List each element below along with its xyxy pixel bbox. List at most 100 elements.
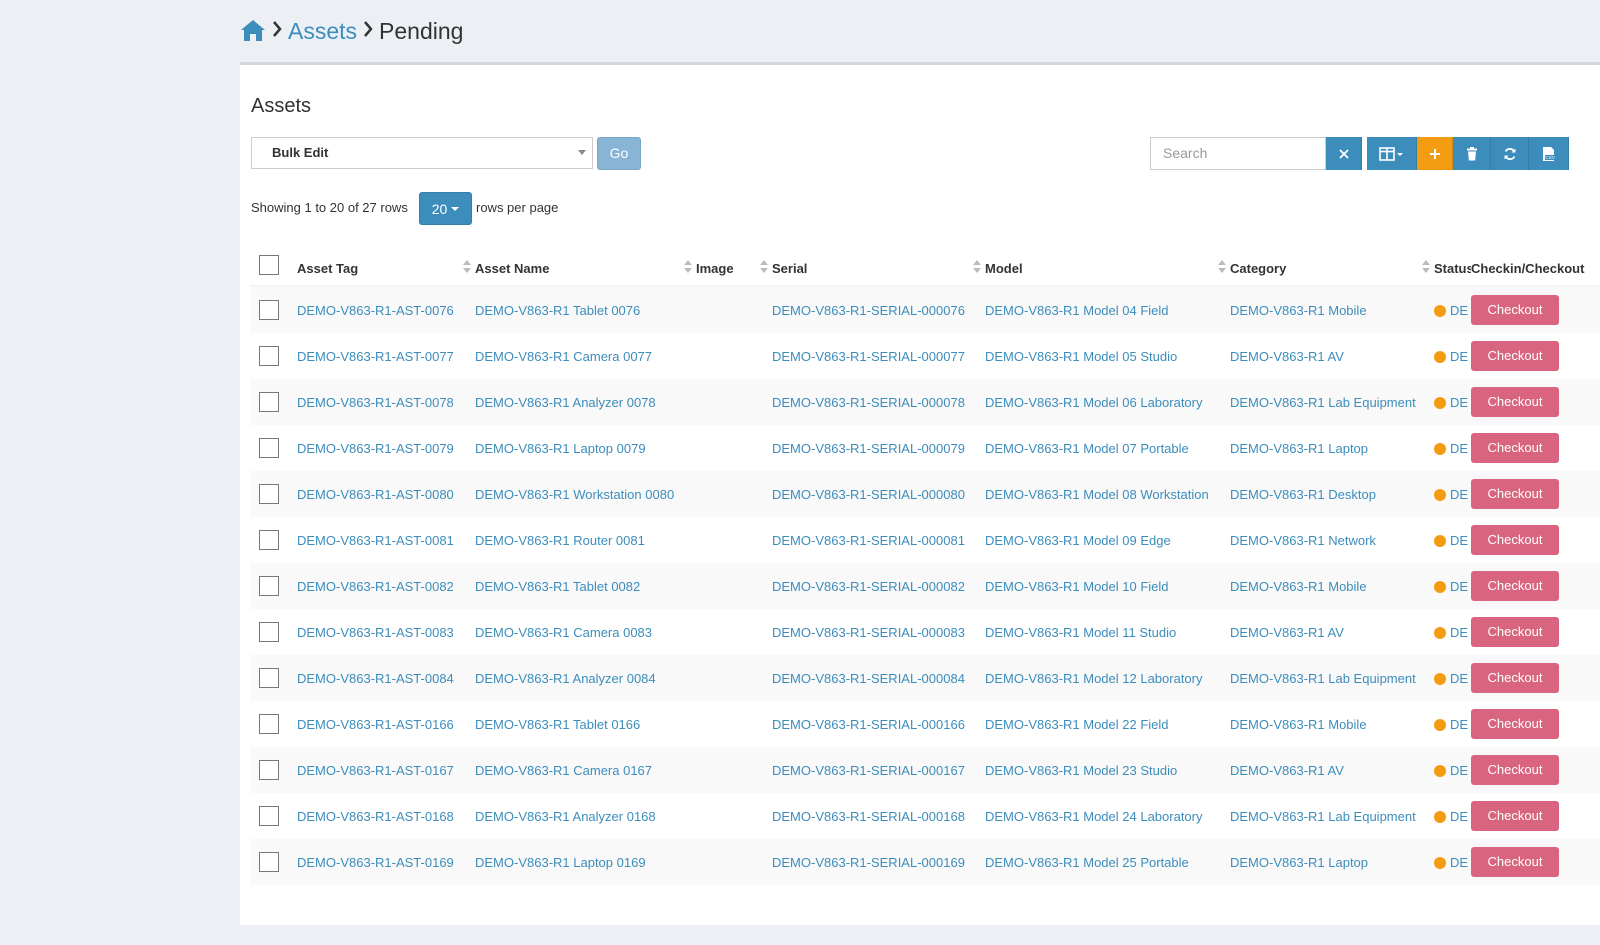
col-status[interactable]: Status bbox=[1434, 245, 1471, 287]
row-checkbox[interactable] bbox=[259, 438, 279, 458]
serial-link[interactable]: DEMO-V863-R1-SERIAL-000166 bbox=[772, 701, 985, 747]
category-link[interactable]: DEMO-V863-R1 AV bbox=[1230, 747, 1434, 793]
model-link[interactable]: DEMO-V863-R1 Model 07 Portable bbox=[985, 425, 1230, 471]
model-link[interactable]: DEMO-V863-R1 Model 06 Laboratory bbox=[985, 379, 1230, 425]
serial-link[interactable]: DEMO-V863-R1-SERIAL-000081 bbox=[772, 517, 985, 563]
asset-tag-link[interactable]: DEMO-V863-R1-AST-0080 bbox=[297, 471, 475, 517]
status-cell[interactable]: DE bbox=[1434, 655, 1471, 701]
model-link[interactable]: DEMO-V863-R1 Model 24 Laboratory bbox=[985, 793, 1230, 839]
model-link[interactable]: DEMO-V863-R1 Model 08 Workstation bbox=[985, 471, 1230, 517]
model-link[interactable]: DEMO-V863-R1 Model 25 Portable bbox=[985, 839, 1230, 885]
row-checkbox[interactable] bbox=[259, 806, 279, 826]
delete-button[interactable] bbox=[1453, 137, 1491, 170]
select-all-checkbox[interactable] bbox=[259, 255, 279, 275]
category-link[interactable]: DEMO-V863-R1 Lab Equipment bbox=[1230, 379, 1434, 425]
add-asset-button[interactable] bbox=[1417, 137, 1453, 170]
serial-link[interactable]: DEMO-V863-R1-SERIAL-000079 bbox=[772, 425, 985, 471]
category-link[interactable]: DEMO-V863-R1 Laptop bbox=[1230, 425, 1434, 471]
asset-name-link[interactable]: DEMO-V863-R1 Analyzer 0078 bbox=[475, 379, 696, 425]
model-link[interactable]: DEMO-V863-R1 Model 05 Studio bbox=[985, 333, 1230, 379]
model-link[interactable]: DEMO-V863-R1 Model 11 Studio bbox=[985, 609, 1230, 655]
row-checkbox[interactable] bbox=[259, 576, 279, 596]
columns-button[interactable] bbox=[1367, 137, 1417, 170]
bulk-actions-select[interactable]: Bulk Edit bbox=[251, 137, 593, 169]
row-checkbox[interactable] bbox=[259, 530, 279, 550]
serial-link[interactable]: DEMO-V863-R1-SERIAL-000082 bbox=[772, 563, 985, 609]
asset-tag-link[interactable]: DEMO-V863-R1-AST-0169 bbox=[297, 839, 475, 885]
model-link[interactable]: DEMO-V863-R1 Model 10 Field bbox=[985, 563, 1230, 609]
asset-name-link[interactable]: DEMO-V863-R1 Camera 0083 bbox=[475, 609, 696, 655]
serial-link[interactable]: DEMO-V863-R1-SERIAL-000168 bbox=[772, 793, 985, 839]
serial-link[interactable]: DEMO-V863-R1-SERIAL-000169 bbox=[772, 839, 985, 885]
asset-name-link[interactable]: DEMO-V863-R1 Camera 0077 bbox=[475, 333, 696, 379]
row-checkbox[interactable] bbox=[259, 392, 279, 412]
checkout-button[interactable]: Checkout bbox=[1471, 295, 1559, 325]
asset-name-link[interactable]: DEMO-V863-R1 Laptop 0169 bbox=[475, 839, 696, 885]
rows-per-page-button[interactable]: 20 bbox=[419, 192, 472, 225]
row-checkbox[interactable] bbox=[259, 300, 279, 320]
checkout-button[interactable]: Checkout bbox=[1471, 571, 1559, 601]
model-link[interactable]: DEMO-V863-R1 Model 04 Field bbox=[985, 286, 1230, 333]
row-checkbox[interactable] bbox=[259, 484, 279, 504]
row-checkbox[interactable] bbox=[259, 622, 279, 642]
serial-link[interactable]: DEMO-V863-R1-SERIAL-000083 bbox=[772, 609, 985, 655]
asset-tag-link[interactable]: DEMO-V863-R1-AST-0081 bbox=[297, 517, 475, 563]
category-link[interactable]: DEMO-V863-R1 Lab Equipment bbox=[1230, 793, 1434, 839]
status-cell[interactable]: DE bbox=[1434, 425, 1471, 471]
col-model[interactable]: Model bbox=[985, 245, 1230, 287]
go-button[interactable]: Go bbox=[597, 137, 641, 170]
model-link[interactable]: DEMO-V863-R1 Model 12 Laboratory bbox=[985, 655, 1230, 701]
checkout-button[interactable]: Checkout bbox=[1471, 617, 1559, 647]
checkout-button[interactable]: Checkout bbox=[1471, 387, 1559, 417]
status-cell[interactable]: DE bbox=[1434, 839, 1471, 885]
home-icon[interactable] bbox=[240, 18, 266, 44]
serial-link[interactable]: DEMO-V863-R1-SERIAL-000080 bbox=[772, 471, 985, 517]
col-category[interactable]: Category bbox=[1230, 245, 1434, 287]
checkout-button[interactable]: Checkout bbox=[1471, 847, 1559, 877]
search-input[interactable]: Search bbox=[1150, 137, 1326, 170]
category-link[interactable]: DEMO-V863-R1 Laptop bbox=[1230, 839, 1434, 885]
asset-name-link[interactable]: DEMO-V863-R1 Tablet 0082 bbox=[475, 563, 696, 609]
col-asset-tag[interactable]: Asset Tag bbox=[297, 245, 475, 287]
category-link[interactable]: DEMO-V863-R1 Network bbox=[1230, 517, 1434, 563]
asset-tag-link[interactable]: DEMO-V863-R1-AST-0166 bbox=[297, 701, 475, 747]
row-checkbox[interactable] bbox=[259, 852, 279, 872]
checkout-button[interactable]: Checkout bbox=[1471, 709, 1559, 739]
asset-name-link[interactable]: DEMO-V863-R1 Analyzer 0084 bbox=[475, 655, 696, 701]
row-checkbox[interactable] bbox=[259, 346, 279, 366]
refresh-button[interactable] bbox=[1491, 137, 1529, 170]
serial-link[interactable]: DEMO-V863-R1-SERIAL-000078 bbox=[772, 379, 985, 425]
asset-name-link[interactable]: DEMO-V863-R1 Workstation 0080 bbox=[475, 471, 696, 517]
row-checkbox[interactable] bbox=[259, 760, 279, 780]
asset-tag-link[interactable]: DEMO-V863-R1-AST-0078 bbox=[297, 379, 475, 425]
serial-link[interactable]: DEMO-V863-R1-SERIAL-000077 bbox=[772, 333, 985, 379]
category-link[interactable]: DEMO-V863-R1 Mobile bbox=[1230, 286, 1434, 333]
col-asset-name[interactable]: Asset Name bbox=[475, 245, 696, 287]
checkout-button[interactable]: Checkout bbox=[1471, 755, 1559, 785]
asset-name-link[interactable]: DEMO-V863-R1 Analyzer 0168 bbox=[475, 793, 696, 839]
status-cell[interactable]: DE bbox=[1434, 563, 1471, 609]
model-link[interactable]: DEMO-V863-R1 Model 22 Field bbox=[985, 701, 1230, 747]
category-link[interactable]: DEMO-V863-R1 Lab Equipment bbox=[1230, 655, 1434, 701]
asset-tag-link[interactable]: DEMO-V863-R1-AST-0084 bbox=[297, 655, 475, 701]
asset-tag-link[interactable]: DEMO-V863-R1-AST-0082 bbox=[297, 563, 475, 609]
serial-link[interactable]: DEMO-V863-R1-SERIAL-000076 bbox=[772, 286, 985, 333]
asset-name-link[interactable]: DEMO-V863-R1 Tablet 0076 bbox=[475, 286, 696, 333]
breadcrumb-assets-link[interactable]: Assets bbox=[288, 18, 357, 45]
category-link[interactable]: DEMO-V863-R1 AV bbox=[1230, 333, 1434, 379]
clear-search-button[interactable] bbox=[1326, 137, 1362, 170]
category-link[interactable]: DEMO-V863-R1 Mobile bbox=[1230, 563, 1434, 609]
checkout-button[interactable]: Checkout bbox=[1471, 801, 1559, 831]
status-cell[interactable]: DE bbox=[1434, 471, 1471, 517]
asset-name-link[interactable]: DEMO-V863-R1 Laptop 0079 bbox=[475, 425, 696, 471]
status-cell[interactable]: DE bbox=[1434, 379, 1471, 425]
asset-tag-link[interactable]: DEMO-V863-R1-AST-0079 bbox=[297, 425, 475, 471]
category-link[interactable]: DEMO-V863-R1 Desktop bbox=[1230, 471, 1434, 517]
checkout-button[interactable]: Checkout bbox=[1471, 479, 1559, 509]
status-cell[interactable]: DE bbox=[1434, 747, 1471, 793]
asset-tag-link[interactable]: DEMO-V863-R1-AST-0077 bbox=[297, 333, 475, 379]
col-image[interactable]: Image bbox=[696, 245, 772, 287]
status-cell[interactable]: DE bbox=[1434, 609, 1471, 655]
serial-link[interactable]: DEMO-V863-R1-SERIAL-000084 bbox=[772, 655, 985, 701]
asset-tag-link[interactable]: DEMO-V863-R1-AST-0167 bbox=[297, 747, 475, 793]
